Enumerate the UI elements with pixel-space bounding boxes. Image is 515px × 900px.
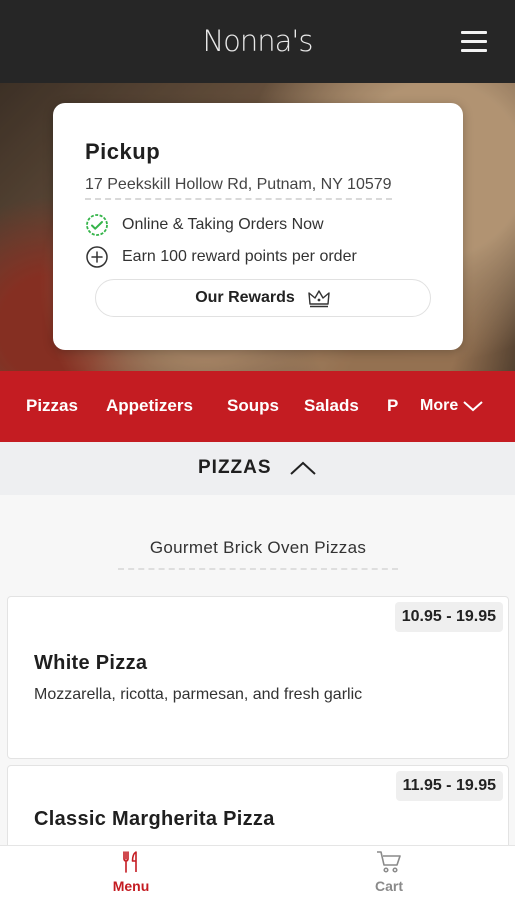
online-status-text: Online & Taking Orders Now	[122, 216, 324, 233]
chevron-up-icon[interactable]	[289, 460, 317, 476]
online-status: Online & Taking Orders Now	[85, 213, 324, 237]
item-name: Classic Margherita Pizza	[34, 808, 275, 830]
nav-menu[interactable]: Menu	[71, 850, 191, 894]
plus-circle-icon	[85, 245, 109, 269]
our-rewards-label: Our Rewards	[195, 289, 295, 306]
item-price: 11.95 - 19.95	[395, 771, 503, 801]
chevron-down-icon	[463, 401, 483, 412]
section-header[interactable]: PIZZAS	[0, 442, 515, 495]
nav-cart-label: Cart	[374, 878, 403, 894]
item-name: White Pizza	[34, 652, 148, 674]
section-title: PIZZAS	[198, 457, 272, 478]
cart-icon	[377, 851, 401, 873]
pickup-card: Pickup 17 Peekskill Hollow Rd, Putnam, N…	[53, 103, 463, 350]
check-circle-icon	[85, 213, 109, 237]
category-appetizers[interactable]: Appetizers	[106, 396, 193, 416]
app-logo[interactable]: Nonna's	[0, 24, 515, 58]
more-categories-button[interactable]: More	[420, 397, 484, 415]
category-truncated[interactable]: P	[387, 396, 398, 416]
crown-icon	[308, 290, 330, 308]
category-bar: Pizzas Appetizers Soups Salads P More	[0, 371, 515, 442]
category-soups[interactable]: Soups	[227, 396, 279, 416]
nav-menu-label: Menu	[112, 878, 150, 894]
our-rewards-button[interactable]: Our Rewards	[95, 279, 431, 317]
item-description: Mozzarella, ricotta, parmesan, and fresh…	[34, 686, 363, 703]
top-bar: Nonna's	[0, 0, 515, 83]
hamburger-menu-icon[interactable]	[461, 31, 487, 53]
menu-item-card[interactable]: 10.95 - 19.95 White Pizza Mozzarella, ri…	[7, 596, 509, 759]
menu-content: Gourmet Brick Oven Pizzas 10.95 - 19.95 …	[0, 495, 515, 885]
fork-knife-icon	[123, 851, 137, 873]
pickup-address[interactable]: 17 Peekskill Hollow Rd, Putnam, NY 10579	[85, 176, 392, 200]
nav-cart[interactable]: Cart	[329, 850, 449, 894]
item-price: 10.95 - 19.95	[394, 602, 503, 632]
reward-points-info: Earn 100 reward points per order	[85, 245, 357, 269]
section-subheading: Gourmet Brick Oven Pizzas	[118, 538, 398, 570]
bottom-navigation: Menu Cart	[0, 845, 515, 900]
category-pizzas[interactable]: Pizzas	[26, 396, 78, 416]
more-label: More	[420, 397, 459, 414]
reward-points-text: Earn 100 reward points per order	[122, 248, 357, 265]
category-salads[interactable]: Salads	[304, 396, 359, 416]
pickup-title[interactable]: Pickup	[85, 139, 160, 165]
